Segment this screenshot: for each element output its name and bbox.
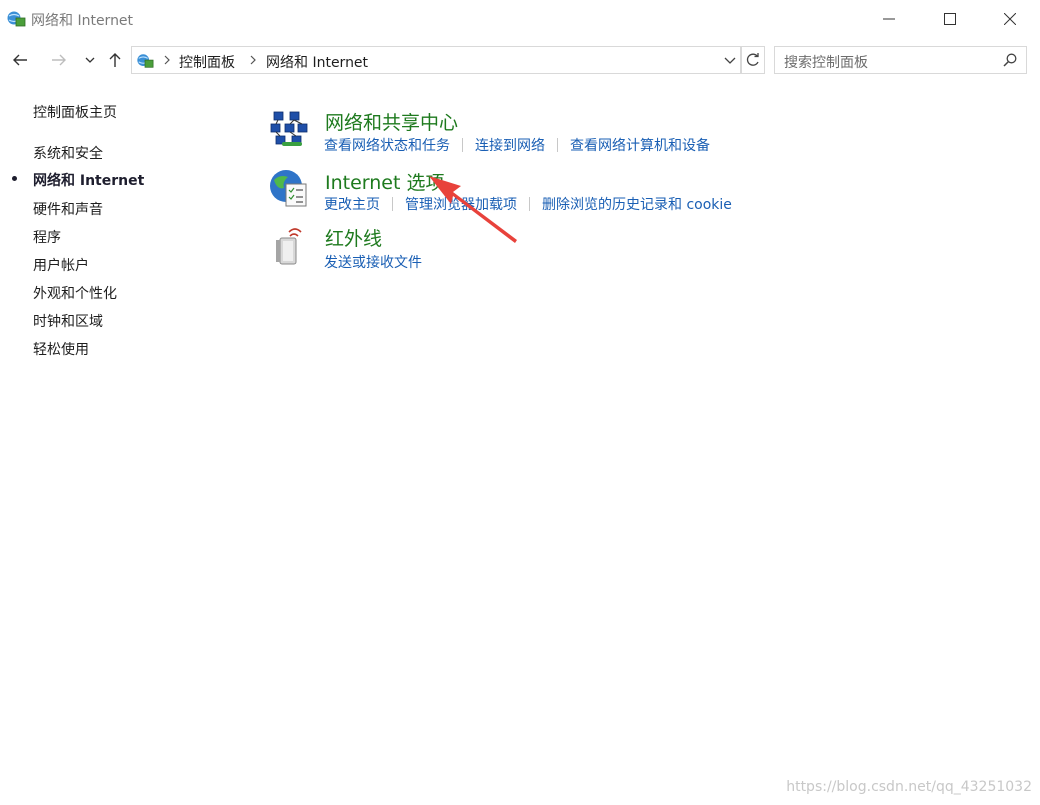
breadcrumb-chevron-icon <box>250 55 256 65</box>
refresh-button[interactable] <box>741 46 765 74</box>
category-title-network-sharing[interactable]: 网络和共享中心 <box>325 108 458 135</box>
link-divider <box>529 197 530 211</box>
close-icon <box>1004 13 1016 25</box>
chevron-down-icon <box>85 57 95 63</box>
category-links-network-sharing: 查看网络状态和任务 连接到网络 查看网络计算机和设备 <box>324 135 710 155</box>
sidebar-item-control-panel-home[interactable]: 控制面板主页 <box>33 102 117 122</box>
link-view-network-status[interactable]: 查看网络状态和任务 <box>324 138 450 154</box>
category-title-infrared[interactable]: 红外线 <box>325 224 382 251</box>
back-button[interactable] <box>8 48 32 72</box>
arrow-right-icon <box>52 54 66 66</box>
sidebar-item-clock-region[interactable]: 时钟和区域 <box>33 311 103 331</box>
sidebar-item-hardware-sound[interactable]: 硬件和声音 <box>33 199 103 219</box>
annotation-arrow-icon <box>429 176 517 243</box>
window-title: 网络和 Internet <box>31 13 134 29</box>
refresh-icon <box>746 53 759 66</box>
search-placeholder: 搜索控制面板 <box>784 55 868 71</box>
address-bar[interactable]: 控制面板 网络和 Internet <box>131 46 741 74</box>
search-input[interactable]: 搜索控制面板 <box>774 46 1027 74</box>
link-divider <box>557 138 558 152</box>
sidebar-item-network-internet[interactable]: 网络和 Internet <box>33 170 144 190</box>
minimize-icon <box>883 18 895 20</box>
arrow-up-icon <box>109 53 121 67</box>
maximize-button[interactable] <box>927 0 973 38</box>
breadcrumb-network-internet[interactable]: 网络和 Internet <box>266 52 368 72</box>
link-connect-to-network[interactable]: 连接到网络 <box>475 138 545 154</box>
sidebar-item-appearance[interactable]: 外观和个性化 <box>33 283 117 303</box>
arrow-left-icon <box>13 54 27 66</box>
network-globe-icon <box>7 11 26 27</box>
link-delete-history-cookies[interactable]: 删除浏览的历史记录和 cookie <box>542 197 732 213</box>
breadcrumb-chevron-icon <box>164 55 170 65</box>
infrared-icon[interactable] <box>268 226 310 268</box>
category-links-infrared: 发送或接收文件 <box>324 252 422 272</box>
link-change-homepage[interactable]: 更改主页 <box>324 197 380 213</box>
link-divider <box>462 138 463 152</box>
link-divider <box>392 197 393 211</box>
category-links-internet-options: 更改主页 管理浏览器加载项 删除浏览的历史记录和 cookie <box>324 194 732 214</box>
sidebar-item-programs[interactable]: 程序 <box>33 227 61 247</box>
title-bar: 网络和 Internet <box>0 0 1040 38</box>
up-button[interactable] <box>103 48 127 72</box>
active-bullet <box>12 176 17 181</box>
chevron-down-icon <box>724 57 736 64</box>
search-icon[interactable] <box>1003 53 1017 67</box>
address-dropdown-button[interactable] <box>719 46 741 74</box>
breadcrumb-control-panel[interactable]: 控制面板 <box>179 52 235 72</box>
internet-options-icon[interactable] <box>268 168 310 210</box>
watermark: https://blog.csdn.net/qq_43251032 <box>786 779 1032 795</box>
minimize-button[interactable] <box>866 0 912 38</box>
link-view-network-computers[interactable]: 查看网络计算机和设备 <box>570 138 710 154</box>
recent-locations-button[interactable] <box>78 48 102 72</box>
close-button[interactable] <box>987 0 1033 38</box>
sidebar-item-ease-of-access[interactable]: 轻松使用 <box>33 339 89 359</box>
control-panel-icon <box>137 54 154 68</box>
network-sharing-icon[interactable] <box>268 108 310 150</box>
link-send-receive-files[interactable]: 发送或接收文件 <box>324 255 422 271</box>
forward-button[interactable] <box>47 48 71 72</box>
maximize-icon <box>944 13 956 25</box>
sidebar-item-user-accounts[interactable]: 用户帐户 <box>33 255 89 275</box>
sidebar-item-system-security[interactable]: 系统和安全 <box>33 143 103 163</box>
